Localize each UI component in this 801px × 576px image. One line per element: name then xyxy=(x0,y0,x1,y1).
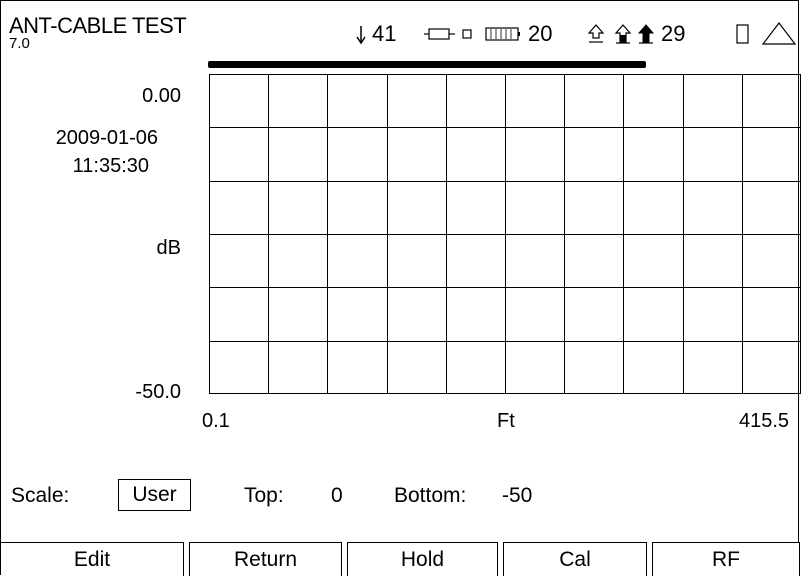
softkey-bar: Edit Return Hold Cal RF xyxy=(1,542,801,576)
triangle-icon xyxy=(761,22,797,45)
signal-value: 41 xyxy=(372,21,397,46)
battery-icon xyxy=(485,27,520,41)
bottom-label: Bottom: xyxy=(394,484,467,507)
instrument-screen: ANT-CABLE TEST 7.0 41 20 29 0.00 2009-01… xyxy=(0,0,801,576)
time-label: 11:35:30 xyxy=(72,155,149,177)
top-label: Top: xyxy=(244,484,284,507)
small-square-icon xyxy=(462,29,472,39)
empty-rectangle-icon xyxy=(736,24,749,44)
y-axis-top-label: 0.00 xyxy=(142,85,181,107)
chart-grid xyxy=(209,74,801,394)
battery-value: 20 xyxy=(528,21,553,46)
up-arrow-filled-icon xyxy=(637,24,655,44)
x-axis-unit-label: Ft xyxy=(497,410,515,432)
return-softkey[interactable]: Return xyxy=(189,542,342,576)
up-arrow-outline-icon xyxy=(587,24,605,43)
hold-softkey[interactable]: Hold xyxy=(347,542,498,576)
cal-softkey[interactable]: Cal xyxy=(503,542,647,576)
bottom-value: -50 xyxy=(502,484,533,507)
temp-value: 29 xyxy=(661,21,686,46)
progress-bar xyxy=(208,61,646,68)
edit-softkey[interactable]: Edit xyxy=(1,542,184,576)
date-label: 2009-01-06 xyxy=(55,127,158,149)
x-axis-end-label: 415.5 xyxy=(739,410,790,432)
y-axis-bottom-label: -50.0 xyxy=(135,381,181,403)
rf-softkey[interactable]: RF xyxy=(652,542,800,576)
version-label: 7.0 xyxy=(9,35,30,52)
down-arrow-icon xyxy=(356,26,366,45)
top-value: 0 xyxy=(331,484,343,507)
up-arrow-half-icon xyxy=(614,24,632,44)
y-axis-unit-label: dB xyxy=(156,237,181,259)
cable-icon xyxy=(424,28,455,40)
scale-mode-box[interactable]: User xyxy=(118,479,191,511)
scale-label: Scale: xyxy=(11,484,70,507)
page-title: ANT-CABLE TEST xyxy=(9,13,187,38)
x-axis-start-label: 0.1 xyxy=(202,410,230,432)
